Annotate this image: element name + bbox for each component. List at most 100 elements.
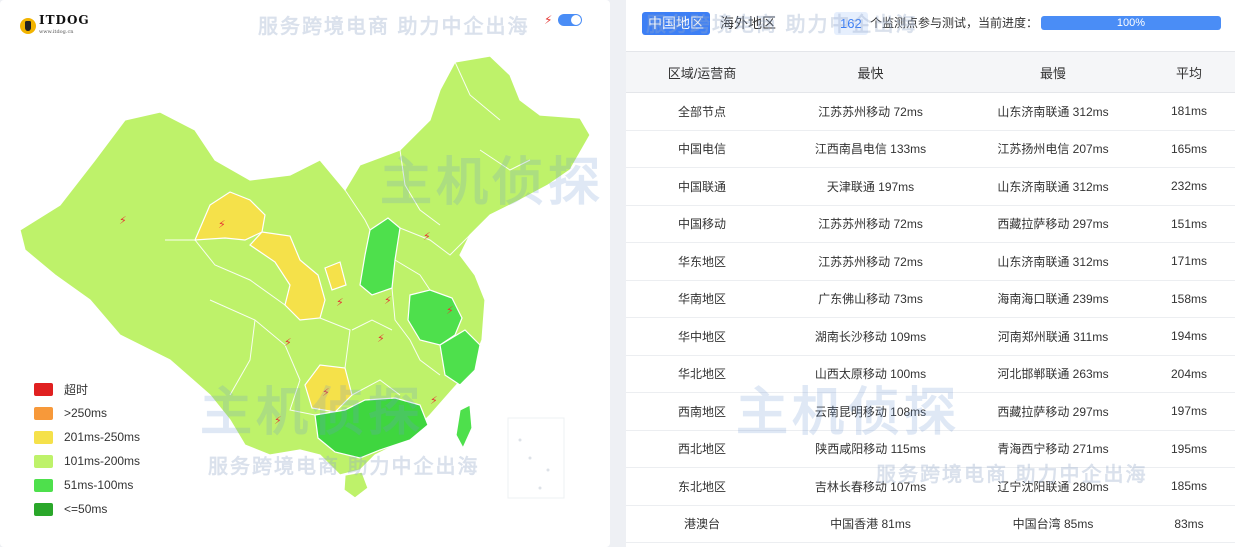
- legend-swatch: [34, 478, 53, 492]
- cell-fastest: 陕西咸阳移动 115ms: [778, 430, 963, 468]
- legend-item[interactable]: <=50ms: [34, 497, 140, 521]
- table-row: 华北地区 山西太原移动 100ms 河北邯郸联通 263ms 204ms: [626, 355, 1235, 393]
- cell-fastest: 山西太原移动 100ms: [778, 355, 963, 393]
- table-row: 华南地区 广东佛山移动 73ms 海南海口联通 239ms 158ms: [626, 280, 1235, 318]
- legend-swatch: [34, 502, 53, 516]
- cell-region: 中国联通: [626, 167, 778, 206]
- table-row: 东北地区 吉林长春移动 107ms 辽宁沈阳联通 280ms 185ms: [626, 467, 1235, 506]
- cell-slowest: 河南郑州联通 311ms: [963, 317, 1143, 356]
- cell-fastest: 云南昆明移动 108ms: [778, 392, 963, 431]
- column-header-slowest[interactable]: 最慢: [963, 51, 1143, 93]
- cell-region: 华北地区: [626, 355, 778, 393]
- bolt-icon: ⚡: [544, 13, 553, 27]
- legend-label: 51ms-100ms: [64, 478, 134, 492]
- toggle-switch[interactable]: [558, 14, 583, 26]
- latency-legend: 超时 >250ms 201ms-250ms 101ms-200ms 51ms-1…: [34, 377, 140, 521]
- watermark: 服务跨境电商 助力中企出海: [258, 16, 530, 38]
- cell-region: 西北地区: [626, 430, 778, 468]
- cell-region: 华中地区: [626, 317, 778, 356]
- cell-region: 华东地区: [626, 242, 778, 281]
- page: ITDOG www.itdog.cn ⚡ ⚡ ⚡ ⚡ ⚡ ⚡ ⚡ ⚡ ⚡ ⚡ ⚡…: [0, 0, 1235, 547]
- cell-slowest: 辽宁沈阳联通 280ms: [963, 467, 1143, 506]
- cell-region: 西南地区: [626, 392, 778, 431]
- bolt-icon: ⚡: [430, 394, 438, 407]
- cell-fastest: 江苏苏州移动 72ms: [778, 242, 963, 281]
- cell-average: 151ms: [1143, 205, 1235, 243]
- cell-slowest: 西藏拉萨移动 297ms: [963, 392, 1143, 431]
- bolt-icon: ⚡: [384, 294, 392, 307]
- tab-china[interactable]: 中国地区: [642, 12, 710, 35]
- tab-overseas[interactable]: 海外地区: [714, 12, 782, 35]
- bolt-icon: ⚡: [119, 214, 127, 227]
- legend-label: <=50ms: [64, 502, 108, 516]
- cell-region: 华南地区: [626, 280, 778, 318]
- table-row: 中国移动 江苏苏州移动 72ms 西藏拉萨移动 297ms 151ms: [626, 205, 1235, 243]
- bolt-icon: ⚡: [446, 304, 454, 317]
- legend-label: 201ms-250ms: [64, 430, 141, 444]
- column-header-fastest[interactable]: 最快: [778, 51, 963, 93]
- table-row: 西北地区 陕西咸阳移动 115ms 青海西宁移动 271ms 195ms: [626, 430, 1235, 468]
- logo-icon: [20, 18, 36, 34]
- cell-region: 中国电信: [626, 130, 778, 168]
- map-panel: ITDOG www.itdog.cn ⚡ ⚡ ⚡ ⚡ ⚡ ⚡ ⚡ ⚡ ⚡ ⚡ ⚡…: [0, 0, 610, 547]
- cell-slowest: 海南海口联通 239ms: [963, 280, 1143, 318]
- legend-item[interactable]: 超时: [34, 377, 140, 401]
- legend-item[interactable]: 101ms-200ms: [34, 449, 140, 473]
- speed-toggle[interactable]: ⚡: [544, 13, 583, 27]
- map-region-hainan[interactable]: [343, 471, 369, 499]
- bolt-icon: ⚡: [336, 296, 344, 309]
- progress-label: 100%: [1116, 17, 1146, 29]
- results-toolbar: 中国地区 海外地区 162 个监测点参与测试，当前进度： 100%: [626, 0, 1235, 46]
- cell-average: 158ms: [1143, 280, 1235, 318]
- cell-fastest: 江西南昌电信 133ms: [778, 130, 963, 168]
- table-row: 港澳台 中国香港 81ms 中国台湾 85ms 83ms: [626, 505, 1235, 543]
- bolt-icon: ⚡: [284, 336, 292, 349]
- logo-sub: www.itdog.cn: [39, 29, 74, 35]
- cell-slowest: 青海西宁移动 271ms: [963, 430, 1143, 468]
- legend-swatch: [34, 382, 53, 396]
- cell-region: 全部节点: [626, 92, 778, 131]
- legend-item[interactable]: >250ms: [34, 401, 140, 425]
- cell-region: 中国移动: [626, 205, 778, 243]
- legend-item[interactable]: 201ms-250ms: [34, 425, 140, 449]
- bolt-icon: ⚡: [322, 386, 330, 399]
- progress-text: 个监测点参与测试，当前进度：: [870, 16, 1039, 30]
- map-region-taiwan[interactable]: [455, 404, 473, 450]
- cell-fastest: 吉林长春移动 107ms: [778, 467, 963, 506]
- cell-average: 171ms: [1143, 242, 1235, 281]
- logo-text: ITDOG: [39, 13, 90, 27]
- cell-fastest: 江苏苏州移动 72ms: [778, 205, 963, 243]
- legend-swatch: [34, 430, 53, 444]
- cell-average: 195ms: [1143, 430, 1235, 468]
- bolt-icon: ⚡: [218, 218, 226, 231]
- table-row: 华中地区 湖南长沙移动 109ms 河南郑州联通 311ms 194ms: [626, 317, 1235, 356]
- legend-label: 超时: [64, 382, 89, 397]
- legend-swatch: [34, 454, 53, 468]
- column-header-average[interactable]: 平均: [1143, 51, 1235, 93]
- cell-slowest: 山东济南联通 312ms: [963, 167, 1143, 206]
- cell-fastest: 广东佛山移动 73ms: [778, 280, 963, 318]
- table-row: 全部节点 江苏苏州移动 72ms 山东济南联通 312ms 181ms: [626, 92, 1235, 131]
- legend-item[interactable]: 51ms-100ms: [34, 473, 140, 497]
- column-header-region[interactable]: 区域/运营商: [626, 51, 778, 93]
- table-row: 中国联通 天津联通 197ms 山东济南联通 312ms 232ms: [626, 167, 1235, 206]
- table-row: 中国电信 江西南昌电信 133ms 江苏扬州电信 207ms 165ms: [626, 130, 1235, 168]
- bolt-icon: ⚡: [377, 332, 385, 345]
- cell-slowest: 河北邯郸联通 263ms: [963, 355, 1143, 393]
- cell-region: 港澳台: [626, 505, 778, 543]
- cell-average: 185ms: [1143, 467, 1235, 506]
- cell-slowest: 山东济南联通 312ms: [963, 242, 1143, 281]
- itdog-logo: ITDOG www.itdog.cn: [20, 14, 90, 38]
- cell-region: 东北地区: [626, 467, 778, 506]
- bolt-icon: ⚡: [274, 414, 282, 427]
- monitor-count-badge: 162: [834, 12, 868, 35]
- cell-average: 197ms: [1143, 392, 1235, 431]
- cell-fastest: 江苏苏州移动 72ms: [778, 92, 963, 131]
- results-panel: 中国地区 海外地区 162 个监测点参与测试，当前进度： 100% 区域/运营商…: [626, 0, 1235, 547]
- cell-average: 194ms: [1143, 317, 1235, 356]
- table-row: 华东地区 江苏苏州移动 72ms 山东济南联通 312ms 171ms: [626, 242, 1235, 281]
- south-china-sea-inset: [507, 417, 565, 499]
- cell-average: 83ms: [1143, 505, 1235, 543]
- cell-fastest: 中国香港 81ms: [778, 505, 963, 543]
- progress-bar: 100%: [1041, 16, 1221, 30]
